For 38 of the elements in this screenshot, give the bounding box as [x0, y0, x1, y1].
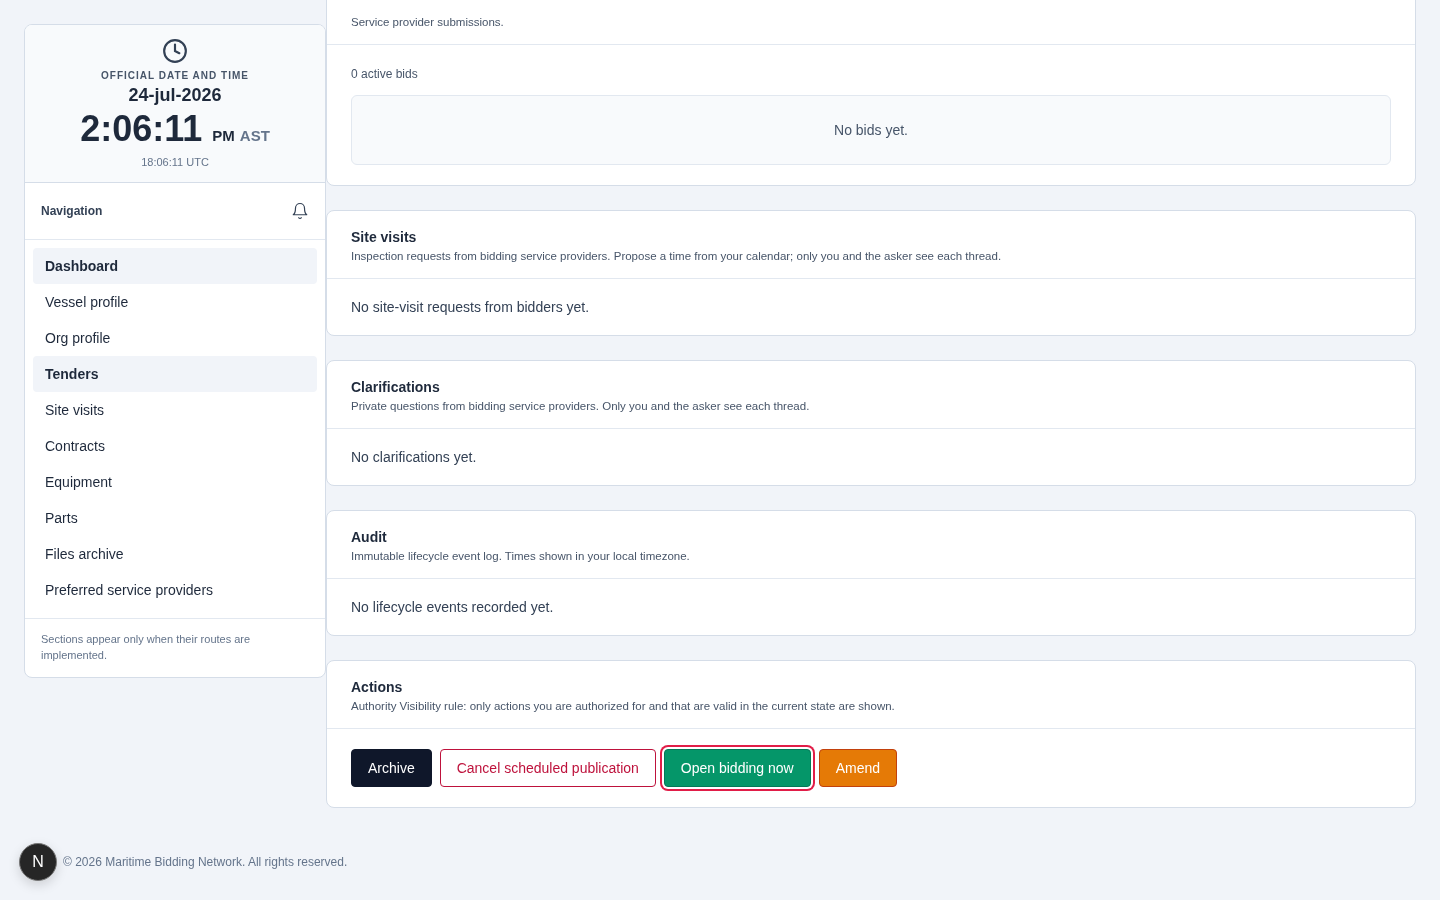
empty-bids-message: No bids yet. — [351, 95, 1391, 165]
card-description: Immutable lifecycle event log. Times shown in your local timezone. — [351, 550, 691, 562]
card-title: Site visits — [351, 229, 418, 245]
action-button[interactable]: Cancel scheduled publication — [439, 749, 656, 787]
copyright-text: © 2026 Maritime Bidding Network. All rights reserved. — [63, 855, 348, 869]
navigation-title: Navigation — [41, 204, 103, 218]
nav-item[interactable]: Preferred service providers — [33, 572, 317, 608]
nav-item[interactable]: Vessel profile — [33, 284, 317, 320]
time-text: 2:06:11 — [80, 108, 203, 150]
nav-item[interactable]: Contracts — [33, 428, 317, 464]
card-title: Audit — [351, 529, 388, 545]
nav-item[interactable]: Equipment — [33, 464, 317, 500]
dev-badge[interactable]: N — [19, 843, 57, 881]
date-text: 24-jul-2026 — [128, 85, 222, 106]
card-description: Service provider submissions. — [351, 16, 505, 28]
nav-item[interactable]: Parts — [33, 500, 317, 536]
timezone-text: AST — [239, 127, 270, 144]
nav-item[interactable]: Tenders — [33, 356, 317, 392]
bid-count: 0 active bids — [351, 67, 419, 81]
empty-message: No clarifications yet. — [351, 449, 478, 465]
nav-item[interactable]: Files archive — [33, 536, 317, 572]
utc-time: 18:06:11 UTC — [141, 156, 209, 168]
card-description: Authority Visibility rule: only actions you are authorized for and that are valid in the current state are shown. — [351, 700, 896, 712]
card-title: Actions — [351, 679, 404, 695]
nav-item[interactable]: Org profile — [33, 320, 317, 356]
nav-item[interactable]: Dashboard — [33, 248, 317, 284]
sidebar-note: Sections appear only when their routes are implemented. — [40, 632, 252, 663]
card-description: Private questions from bidding service providers. Only you and the asker see each thread. — [351, 400, 811, 412]
meridiem-text: PM — [212, 127, 235, 144]
empty-message: No lifecycle events recorded yet. — [351, 599, 555, 615]
action-button[interactable]: Archive — [351, 749, 432, 787]
card-title: Clarifications — [351, 379, 441, 395]
clock-icon — [162, 38, 188, 64]
bell-icon[interactable] — [291, 202, 309, 220]
clock-label: OFFICIAL DATE AND TIME — [101, 70, 249, 81]
empty-message: No site-visit requests from bidders yet. — [351, 299, 591, 315]
card-description: Inspection requests from bidding service providers. Propose a time from your calendar; only you and the asker see each thread. — [351, 250, 1003, 262]
nav-item[interactable]: Site visits — [33, 392, 317, 428]
